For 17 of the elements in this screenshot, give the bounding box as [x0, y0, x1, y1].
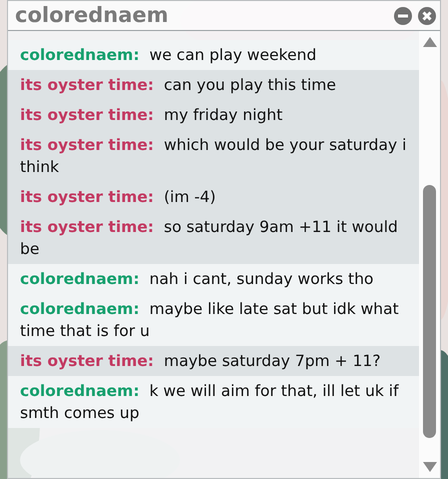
- window-title: colorednaem: [15, 5, 168, 26]
- message: its oyster time: so saturday 9am +11 it would be: [20, 217, 399, 260]
- scroll-thumb[interactable]: [423, 185, 436, 438]
- message: its oyster time: which would be your saturday i think: [20, 135, 408, 178]
- message: colorednaem: we can play weekend: [20, 45, 318, 66]
- scroll-down-icon[interactable]: [422, 462, 437, 472]
- message: its oyster time: maybe saturday 7pm + 11?: [20, 351, 382, 372]
- message: colorednaem: k we will aim for that, ill let uk if smth comes up: [20, 381, 400, 424]
- message: its oyster time: (im -4): [20, 187, 217, 208]
- message: colorednaem: maybe like late sat but idk what time that is for u: [20, 299, 400, 342]
- message: its oyster time: can you play this time: [20, 75, 338, 96]
- scrollbar[interactable]: [419, 31, 440, 478]
- scroll-up-icon[interactable]: [422, 37, 437, 47]
- minimize-icon[interactable]: [393, 6, 413, 26]
- message: its oyster time: my friday night: [20, 105, 284, 126]
- close-icon[interactable]: [417, 6, 437, 26]
- message: colorednaem: nah i cant, sunday works tho: [20, 269, 375, 290]
